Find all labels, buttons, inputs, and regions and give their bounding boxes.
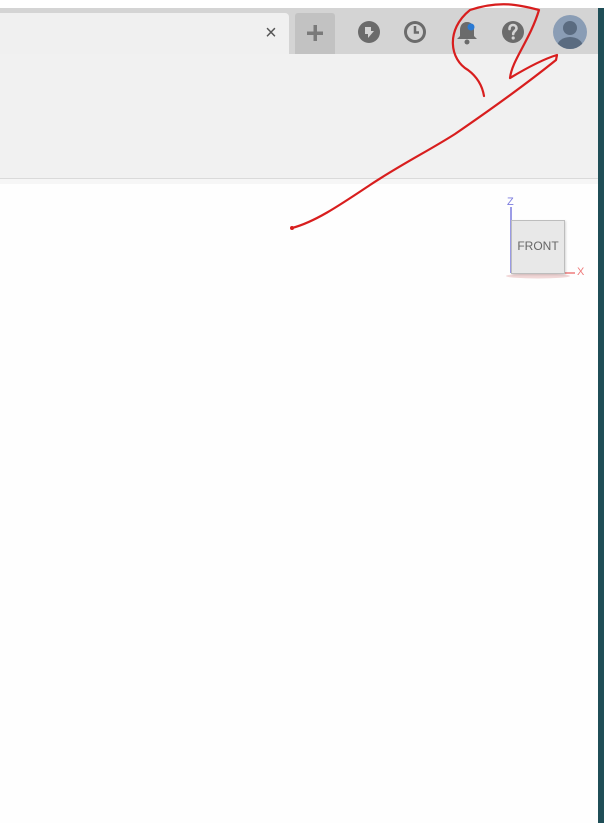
window-edge [598,8,604,823]
history-clock-icon [404,21,426,43]
front-face-label: FRONT [517,239,559,253]
document-tab[interactable]: × [0,13,289,54]
close-tab-button[interactable]: × [261,21,281,45]
front-face-button[interactable]: FRONT [511,220,565,274]
help-button[interactable] [499,18,527,46]
plus-icon [307,25,323,41]
help-question-icon [502,21,524,43]
tab-bar: × [0,8,598,54]
toolbar-area [0,54,598,179]
x-axis-label: X [577,266,585,278]
window-top-strip [0,0,604,8]
plugin-icon [358,21,380,43]
user-profile-button[interactable] [552,14,588,50]
plugin-button[interactable] [355,18,383,46]
z-axis-label: Z [507,196,514,208]
history-button[interactable] [401,18,429,46]
notification-bell-icon [457,22,477,45]
notifications-button[interactable] [453,18,481,46]
view-cube[interactable]: Z FRONT X [498,192,593,284]
new-tab-button[interactable] [295,13,335,54]
user-avatar-icon [553,15,587,49]
